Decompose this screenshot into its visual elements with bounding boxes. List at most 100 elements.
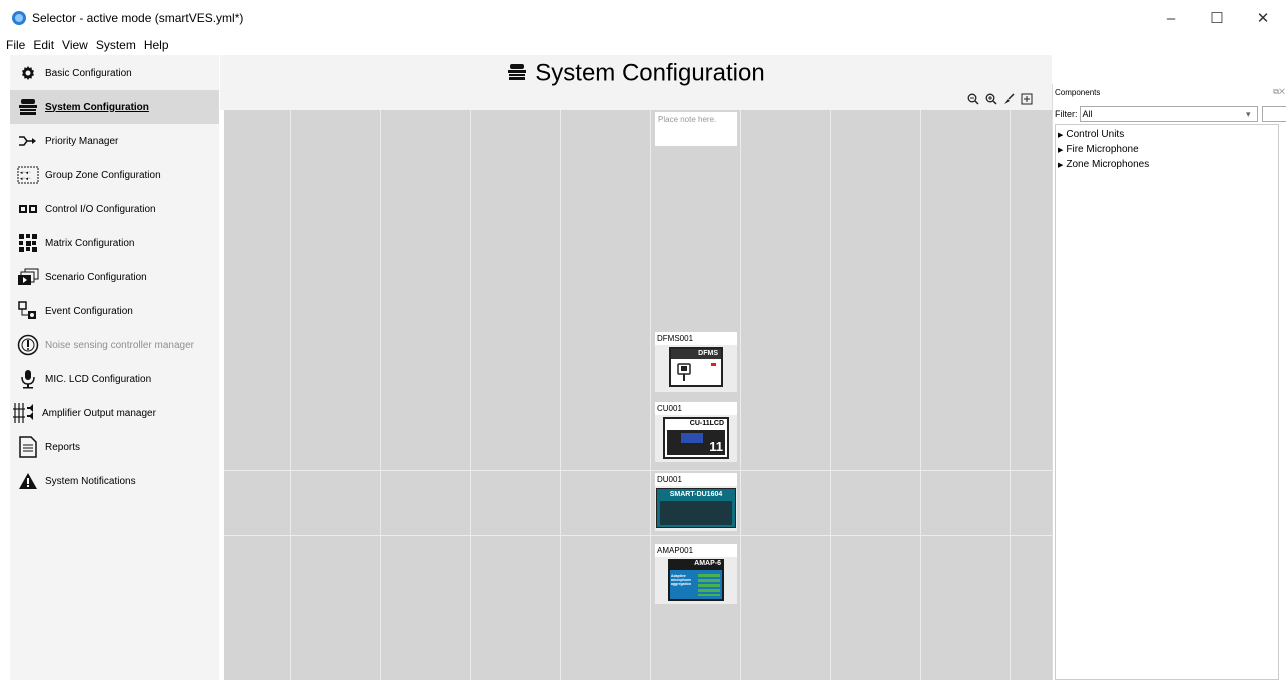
sidebar-item-event-configuration[interactable]: Event Configuration bbox=[10, 294, 219, 328]
led-meter bbox=[698, 574, 720, 596]
grid-line bbox=[740, 110, 741, 680]
sidebar-item-system-notifications[interactable]: System Notifications bbox=[10, 464, 219, 498]
title-bar: Selector - active mode (smartVES.yml*) –… bbox=[0, 0, 1286, 36]
sidebar-item-noise-sensing-controller-manager[interactable]: Noise sensing controller manager bbox=[10, 328, 219, 362]
device-description: Adaptive microphone aggregation bbox=[671, 574, 692, 586]
components-filter: Filter: All bbox=[1055, 106, 1286, 122]
menu-edit[interactable]: Edit bbox=[33, 38, 54, 52]
sidebar-item-priority-manager[interactable]: Priority Manager bbox=[10, 124, 219, 158]
sidebar-item-control-io-configuration[interactable]: Control I/O Configuration bbox=[10, 192, 219, 226]
device-cu[interactable]: CU001 CU-11LCD 11 bbox=[655, 402, 737, 462]
device-du[interactable]: DU001 SMART-DU1604 bbox=[655, 473, 737, 531]
device-amap[interactable]: AMAP001 AMAP-6 Adaptive microphone aggre… bbox=[655, 544, 737, 604]
page-title: System Configuration bbox=[535, 59, 765, 87]
device-model-label: SMART-DU1604 bbox=[669, 491, 723, 498]
window-controls: – ☐ ✕ bbox=[1148, 0, 1286, 36]
filter-value: All bbox=[1082, 109, 1093, 119]
event-icon bbox=[17, 300, 39, 322]
sidebar-item-label: Scenario Configuration bbox=[45, 271, 147, 283]
gear-icon bbox=[17, 62, 39, 84]
device-id-label: DFMS001 bbox=[655, 332, 737, 345]
sidebar-item-label: Event Configuration bbox=[45, 305, 133, 317]
device-number: 11 bbox=[709, 439, 723, 454]
menu-bar: File Edit View System Help bbox=[0, 36, 1286, 54]
tree-item-zone-microphones[interactable]: ▶ Zone Microphones bbox=[1058, 157, 1276, 172]
grid-line bbox=[830, 110, 831, 680]
device-dfms[interactable]: DFMS001 DFMS bbox=[655, 332, 737, 392]
panel-float-close-icons[interactable]: ⧉✕ bbox=[1273, 87, 1285, 97]
sidebar-item-basic-configuration[interactable]: Basic Configuration bbox=[10, 56, 219, 90]
expand-arrow-icon[interactable]: ▶ bbox=[1058, 162, 1063, 169]
sidebar-item-system-configuration[interactable]: System Configuration bbox=[10, 90, 219, 124]
sidebar-item-label: Basic Configuration bbox=[45, 67, 132, 79]
grid-line bbox=[224, 470, 1052, 471]
close-button[interactable]: ✕ bbox=[1240, 0, 1286, 36]
menu-help[interactable]: Help bbox=[144, 38, 169, 52]
filter-search-input[interactable] bbox=[1261, 106, 1286, 122]
canvas-toolbar bbox=[966, 92, 1034, 106]
components-panel: Components ⧉✕ Filter: All ▶Control Units… bbox=[1052, 84, 1286, 680]
device-id-label: AMAP001 bbox=[655, 544, 737, 557]
status-led bbox=[711, 363, 716, 366]
tree-item-control-units[interactable]: ▶ Control Units bbox=[1058, 127, 1276, 142]
menu-system[interactable]: System bbox=[96, 38, 136, 52]
filter-label: Filter: bbox=[1055, 109, 1078, 119]
expand-arrow-icon[interactable]: ▶ bbox=[1058, 147, 1063, 154]
warning-icon bbox=[17, 470, 39, 492]
maximize-button[interactable]: ☐ bbox=[1194, 0, 1240, 36]
priority-arrow-icon bbox=[17, 130, 39, 152]
components-tree: ▶ Control Units ▶ Fire Microphone ▶ Zone Mi… bbox=[1055, 124, 1279, 680]
note-box[interactable]: Place note here. bbox=[655, 112, 737, 146]
fit-to-screen-icon[interactable] bbox=[1020, 92, 1034, 106]
microphone-icon bbox=[677, 363, 691, 386]
amap-device-image: AMAP-6 Adaptive microphone aggregation bbox=[668, 559, 724, 601]
microphone-icon bbox=[17, 368, 39, 390]
sidebar: Basic Configuration System Configuration… bbox=[10, 55, 219, 680]
components-title: Components bbox=[1055, 88, 1101, 97]
tree-item-fire-microphone[interactable]: ▶ Fire Microphone bbox=[1058, 142, 1276, 157]
sidebar-item-label: Priority Manager bbox=[45, 135, 119, 147]
matrix-icon bbox=[17, 232, 39, 254]
report-document-icon bbox=[17, 436, 39, 458]
sidebar-item-label: System Configuration bbox=[45, 101, 149, 113]
sidebar-item-reports[interactable]: Reports bbox=[10, 430, 219, 464]
device-model-label: DFMS bbox=[671, 349, 721, 359]
sidebar-item-scenario-configuration[interactable]: Scenario Configuration bbox=[10, 260, 219, 294]
grid-line bbox=[1010, 110, 1011, 680]
dfms-device-image: DFMS bbox=[669, 347, 723, 387]
sidebar-item-group-zone-configuration[interactable]: ◂◦◂◦ ◂◦◂◦ Group Zone Configuration bbox=[10, 158, 219, 192]
menu-file[interactable]: File bbox=[6, 38, 25, 52]
expand-arrow-icon[interactable]: ▶ bbox=[1058, 132, 1063, 139]
device-model-label: CU-11LCD bbox=[689, 420, 724, 427]
app-logo-icon bbox=[12, 11, 26, 25]
sidebar-item-label: Reports bbox=[45, 441, 81, 453]
menu-view[interactable]: View bbox=[62, 38, 88, 52]
sidebar-item-amplifier-output-manager[interactable]: Amplifier Output manager bbox=[10, 396, 219, 430]
main-header: System Configuration bbox=[220, 55, 1052, 110]
tree-item-label: Control Units bbox=[1066, 129, 1125, 140]
sidebar-item-mic-lcd-configuration[interactable]: MIC. LCD Configuration bbox=[10, 362, 219, 396]
device-id-label: DU001 bbox=[655, 473, 737, 486]
system-canvas[interactable]: Place note here. DFMS001 DFMS CU001 CU-1… bbox=[224, 110, 1052, 680]
clear-brush-icon[interactable] bbox=[1002, 92, 1016, 106]
sidebar-item-label: Control I/O Configuration bbox=[45, 203, 156, 215]
du-device-image: SMART-DU1604 bbox=[656, 488, 736, 528]
grid-line bbox=[560, 110, 561, 680]
minimize-button[interactable]: – bbox=[1148, 0, 1194, 36]
sidebar-item-label: MIC. LCD Configuration bbox=[45, 373, 152, 385]
sidebar-item-label: Noise sensing controller manager bbox=[45, 339, 194, 351]
zoom-in-icon[interactable] bbox=[984, 92, 998, 106]
sidebar-item-matrix-configuration[interactable]: Matrix Configuration bbox=[10, 226, 219, 260]
system-config-icon bbox=[507, 60, 527, 88]
tree-item-label: Zone Microphones bbox=[1066, 159, 1150, 170]
zoom-out-icon[interactable] bbox=[966, 92, 980, 106]
group-zone-icon: ◂◦◂◦ ◂◦◂◦ bbox=[17, 164, 39, 186]
grid-line bbox=[920, 110, 921, 680]
sidebar-item-label: System Notifications bbox=[45, 475, 136, 487]
device-id-label: CU001 bbox=[655, 402, 737, 415]
noise-sensor-icon bbox=[17, 334, 39, 356]
grid-line bbox=[380, 110, 381, 680]
filter-select[interactable]: All bbox=[1079, 106, 1258, 122]
grid-line bbox=[470, 110, 471, 680]
device-model-label: AMAP-6 bbox=[694, 560, 721, 567]
